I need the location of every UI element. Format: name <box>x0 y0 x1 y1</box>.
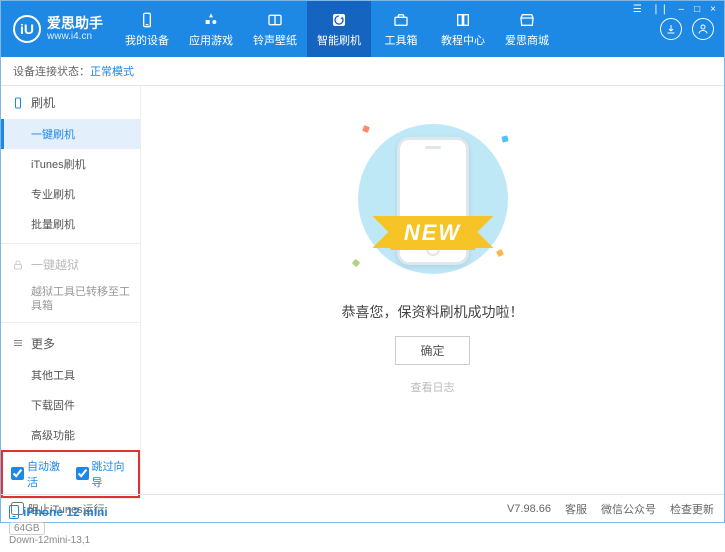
nav-label: 铃声壁纸 <box>253 32 297 48</box>
nav-label: 我的设备 <box>125 32 169 48</box>
sidebar: 刷机 一键刷机 iTunes刷机 专业刷机 批量刷机 一键越狱 越狱工具已转移至… <box>1 86 141 494</box>
version-label: V7.98.66 <box>507 503 551 515</box>
phone-icon <box>138 11 156 29</box>
nav-label: 智能刷机 <box>317 32 361 48</box>
auto-activate-checkbox[interactable]: 自动激活 <box>11 458 66 490</box>
top-nav: 我的设备 应用游戏 铃声壁纸 智能刷机 工具箱 教程中心 <box>115 1 650 57</box>
sidebar-item-batch-flash[interactable]: 批量刷机 <box>1 209 140 239</box>
menu-button[interactable]: ☰ <box>631 4 644 15</box>
nav-label: 爱思商城 <box>505 32 549 48</box>
device-model: Down-12mini-13,1 <box>9 535 132 546</box>
sidebar-item-itunes-flash[interactable]: iTunes刷机 <box>1 149 140 179</box>
window-controls: ☰ ❘❘ – □ × <box>650 1 724 57</box>
download-button[interactable] <box>660 18 682 40</box>
sidebar-item-download-firmware[interactable]: 下载固件 <box>1 390 140 420</box>
sidebar-item-advanced[interactable]: 高级功能 <box>1 420 140 450</box>
sidebar-item-other-tools[interactable]: 其他工具 <box>1 360 140 390</box>
conn-label: 设备连接状态： <box>13 66 90 78</box>
app-window: iU 爱思助手 www.i4.cn 我的设备 应用游戏 铃声壁纸 智能刷机 <box>0 0 725 523</box>
nav-tutorials[interactable]: 教程中心 <box>431 1 495 57</box>
nav-apps-games[interactable]: 应用游戏 <box>179 1 243 57</box>
store-icon <box>518 11 536 29</box>
conn-mode: 正常模式 <box>90 66 134 78</box>
pin-button[interactable]: ❘❘ <box>650 4 671 15</box>
refresh-icon <box>330 11 348 29</box>
ok-button[interactable]: 确定 <box>395 336 469 365</box>
lock-icon <box>11 258 25 272</box>
nav-ringtones[interactable]: 铃声壁纸 <box>243 1 307 57</box>
block-itunes-label: 阻止iTunes运行 <box>28 501 105 517</box>
sub-header: 设备连接状态：正常模式 <box>1 57 724 86</box>
book-icon <box>454 11 472 29</box>
main-content: NEW 恭喜您，保资料刷机成功啦！ 确定 查看日志 <box>141 86 724 494</box>
block-itunes-checkbox[interactable]: 阻止iTunes运行 <box>11 501 105 517</box>
title-bar: iU 爱思助手 www.i4.cn 我的设备 应用游戏 铃声壁纸 智能刷机 <box>1 1 724 57</box>
more-icon <box>11 336 25 350</box>
phone-icon <box>9 505 19 519</box>
sidebar-group-label: 更多 <box>31 335 55 352</box>
sidebar-item-pro-flash[interactable]: 专业刷机 <box>1 179 140 209</box>
wechat-link[interactable]: 微信公众号 <box>601 501 656 517</box>
nav-label: 教程中心 <box>441 32 485 48</box>
user-button[interactable] <box>692 18 714 40</box>
success-illustration: NEW <box>333 116 533 286</box>
skip-guide-checkbox[interactable]: 跳过向导 <box>76 458 131 490</box>
close-button[interactable]: × <box>708 4 718 15</box>
logo-block: iU 爱思助手 www.i4.cn <box>1 1 115 57</box>
sidebar-group-label: 一键越狱 <box>31 256 79 273</box>
sidebar-item-one-key-flash[interactable]: 一键刷机 <box>1 119 140 149</box>
device-storage: 64GB <box>9 522 45 535</box>
sidebar-group-label: 刷机 <box>31 94 55 111</box>
toolbox-icon <box>392 11 410 29</box>
status-bar: 阻止iTunes运行 V7.98.66 客服 微信公众号 检查更新 <box>1 494 724 522</box>
auto-activate-label: 自动激活 <box>27 458 66 490</box>
nav-label: 应用游戏 <box>189 32 233 48</box>
nav-toolbox[interactable]: 工具箱 <box>371 1 431 57</box>
phone-icon <box>11 96 25 110</box>
service-link[interactable]: 客服 <box>565 501 587 517</box>
logo-icon: iU <box>13 15 41 43</box>
sidebar-group-flash[interactable]: 刷机 <box>1 86 140 119</box>
jailbreak-note: 越狱工具已转移至工具箱 <box>1 281 140 318</box>
ringtone-icon <box>266 11 284 29</box>
sidebar-group-jailbreak[interactable]: 一键越狱 <box>1 248 140 281</box>
brand-url: www.i4.cn <box>47 31 103 43</box>
maximize-button[interactable]: □ <box>692 4 702 15</box>
nav-label: 工具箱 <box>385 32 418 48</box>
success-text: 恭喜您，保资料刷机成功啦！ <box>342 302 524 322</box>
nav-smart-flash[interactable]: 智能刷机 <box>307 1 371 57</box>
nav-store[interactable]: 爱思商城 <box>495 1 559 57</box>
new-ribbon: NEW <box>390 216 475 250</box>
highlight-checkbox-row: 自动激活 跳过向导 <box>1 450 140 498</box>
brand-title: 爱思助手 <box>47 15 103 32</box>
apps-icon <box>202 11 220 29</box>
minimize-button[interactable]: – <box>677 4 687 15</box>
skip-guide-label: 跳过向导 <box>92 458 131 490</box>
view-log-link[interactable]: 查看日志 <box>411 379 455 395</box>
update-link[interactable]: 检查更新 <box>670 501 714 517</box>
nav-my-device[interactable]: 我的设备 <box>115 1 179 57</box>
sidebar-group-more[interactable]: 更多 <box>1 327 140 360</box>
